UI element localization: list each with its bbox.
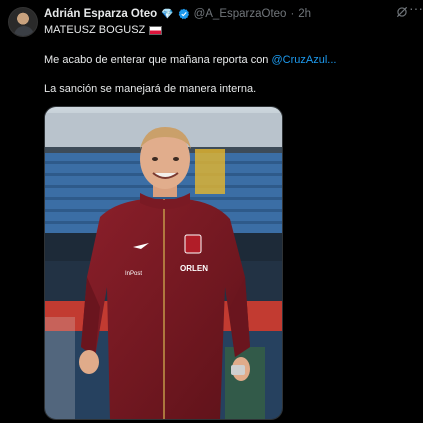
author-avatar[interactable]	[8, 7, 38, 37]
tweet-text-line3: La sanción se manejará de manera interna…	[44, 83, 257, 95]
sponsor-text: ORLEN	[180, 264, 208, 273]
tweet-header: Adrián Esparza Oteo 💎 @A_EsparzaOteo · 2…	[44, 6, 415, 22]
separator-dot: ·	[290, 8, 295, 20]
tweet-text-line2: Me acabo de enterar que mañana reporta c…	[44, 54, 272, 66]
player-photo: ORLEN InPost	[45, 107, 282, 419]
grok-icon[interactable]	[395, 5, 409, 19]
more-icon[interactable]: ···	[409, 1, 423, 17]
tweet-line-1: MATEUSZ BOGUSZ	[44, 24, 163, 36]
author-handle[interactable]: @A_EsparzaOteo	[194, 8, 287, 20]
poland-flag-icon	[149, 25, 163, 35]
tweet-line-2: Me acabo de enterar que mañana reporta c…	[44, 54, 336, 66]
mention-link[interactable]: @CruzAzul...	[271, 54, 336, 66]
tweet-media-photo[interactable]: ORLEN InPost	[44, 106, 283, 420]
tweet-time[interactable]: 2h	[298, 8, 311, 20]
brand-text: InPost	[125, 271, 142, 277]
author-name[interactable]: Adrián Esparza Oteo	[44, 8, 157, 20]
badge-emoji: 💎	[161, 8, 174, 20]
verified-icon	[178, 8, 190, 20]
tweet-text-line1: MATEUSZ BOGUSZ	[44, 24, 146, 36]
